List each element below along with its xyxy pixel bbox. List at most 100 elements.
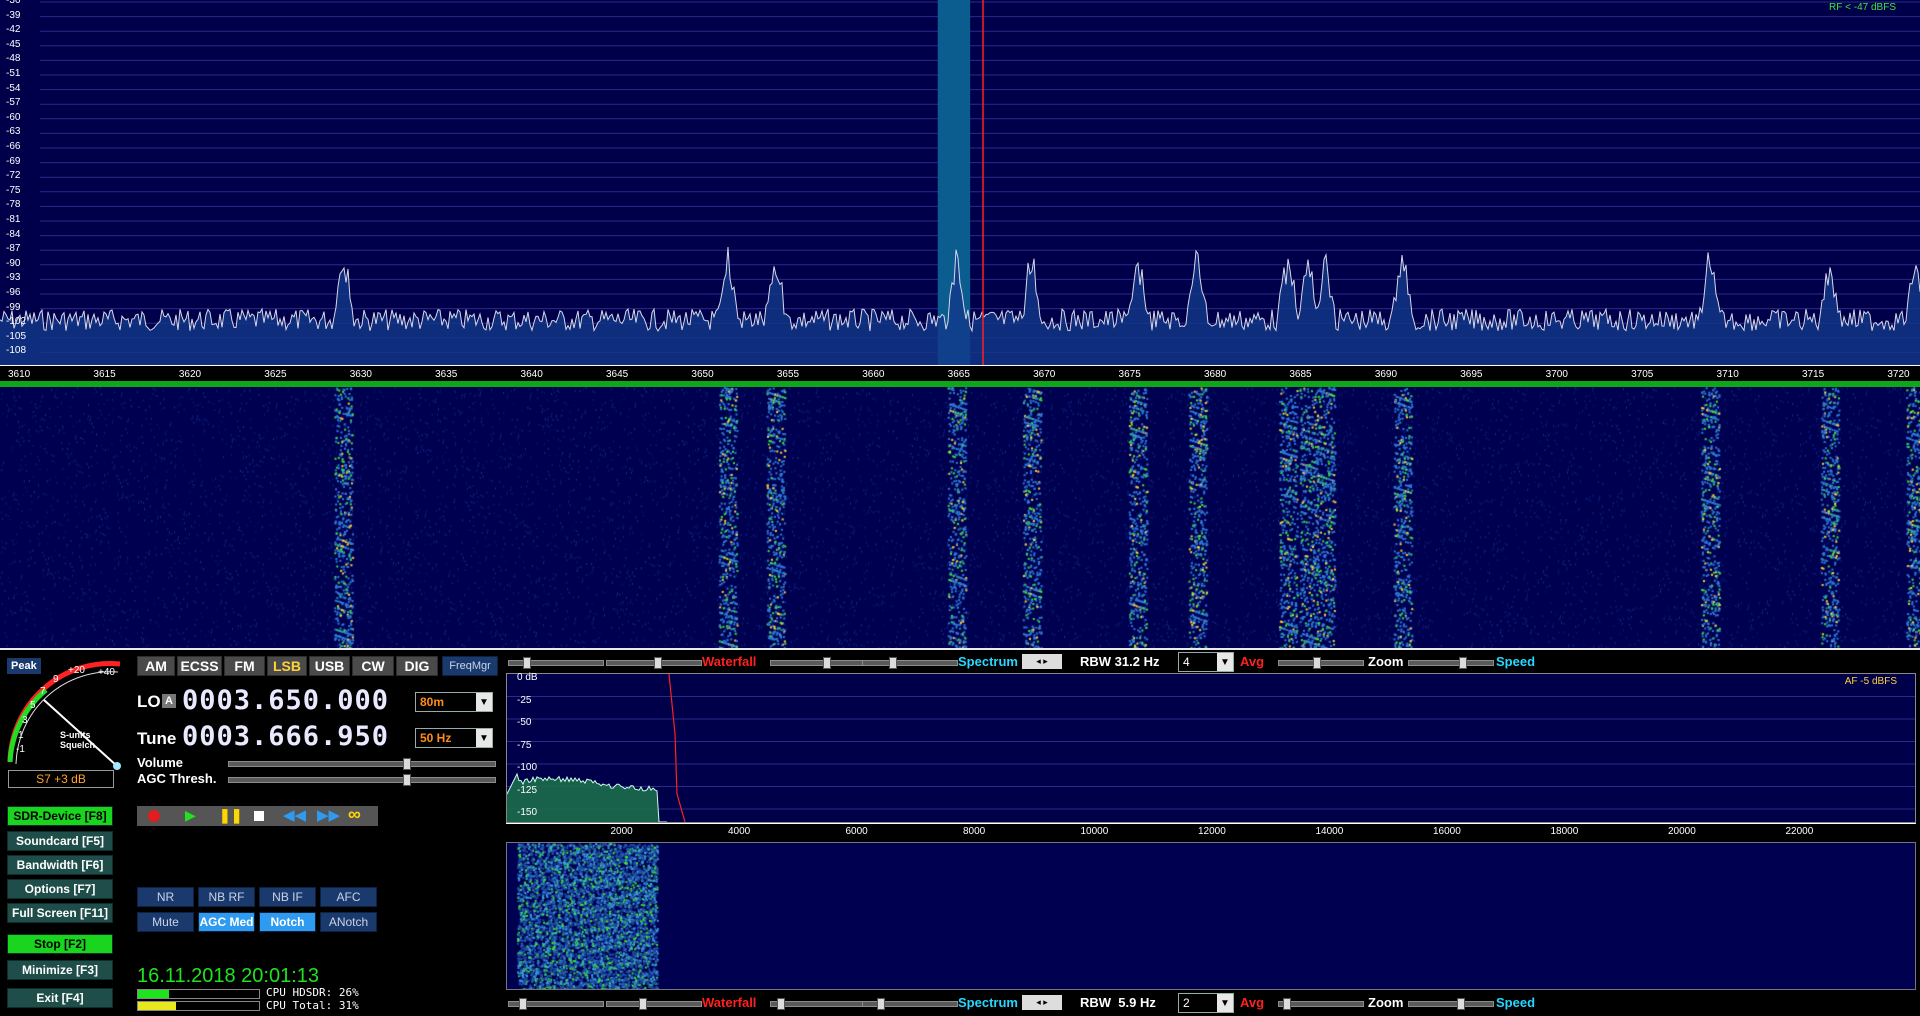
rf-spectrum-display[interactable]: -36 -39 -42 -45 -48 -51 -54 -57 -60 -63 -66 -69 -72 -… — [0, 0, 1920, 365]
rf-db-label: -57 — [6, 97, 21, 109]
dsp-button-nb-if[interactable]: NB IF — [259, 887, 316, 907]
tune-frequency[interactable]: 0003.666.950 — [182, 721, 389, 752]
speed-slider[interactable] — [1408, 657, 1494, 669]
af-frequency-tick: 2000 — [610, 826, 633, 837]
af-avg-select[interactable]: 2 ▼ — [1178, 993, 1234, 1013]
af-db-label: -125 — [517, 784, 538, 796]
af-frequency-axis[interactable]: 2000 4000 6000 8000 10000 12000 14000 16000 1800… — [506, 823, 1916, 843]
rf-waterfall[interactable] — [0, 387, 1920, 650]
waterfall-slider-1[interactable] — [508, 657, 604, 669]
mode-button-fm[interactable]: FM — [224, 656, 265, 676]
avg-select[interactable]: 4 ▼ — [1178, 652, 1234, 672]
slider-knob[interactable] — [823, 657, 831, 669]
s-scale-label: 9 — [53, 674, 59, 685]
cpu-hdsdr-bar — [137, 989, 260, 999]
fast-forward-icon[interactable]: ▶▶ — [317, 806, 340, 824]
af-spectrum-slider-1[interactable] — [770, 998, 866, 1010]
function-button[interactable]: Full Screen [F11] — [7, 903, 113, 923]
rf-frequency-tick: 3615 — [93, 369, 116, 380]
dsp-button-notch[interactable]: Notch — [259, 912, 316, 932]
loop-icon[interactable]: ∞ — [348, 804, 361, 825]
rf-db-label: -45 — [6, 38, 21, 50]
mode-button-ecss[interactable]: ECSS — [177, 656, 222, 676]
slider-knob[interactable] — [1283, 998, 1291, 1010]
af-frequency-tick: 8000 — [963, 826, 986, 837]
pause-icon[interactable]: ❚❚ — [219, 807, 242, 824]
slider-knob[interactable] — [519, 998, 527, 1010]
af-waterfall-slider-2[interactable] — [606, 998, 702, 1010]
agc-threshold-slider-knob[interactable] — [403, 774, 411, 786]
zoom-slider[interactable] — [1278, 657, 1364, 669]
lo-label: LO — [137, 692, 161, 711]
function-button[interactable]: Exit [F4] — [7, 988, 113, 1008]
play-icon[interactable]: ▶ — [185, 807, 196, 824]
waterfall-slider-2[interactable] — [606, 657, 702, 669]
band-select[interactable]: 80m ▼ — [415, 692, 493, 712]
spectrum-label: Spectrum — [958, 654, 1018, 669]
function-button[interactable]: Stop [F2] — [7, 934, 113, 954]
s-scale-label: +40 — [98, 667, 115, 678]
rf-db-label: -84 — [6, 228, 21, 240]
dsp-button-nr[interactable]: NR — [137, 887, 194, 907]
af-waterfall[interactable] — [506, 842, 1916, 990]
step-select[interactable]: 50 Hz ▼ — [415, 728, 493, 748]
function-button[interactable]: Bandwidth [F6] — [7, 855, 113, 875]
lo-lock-badge[interactable]: A — [162, 694, 176, 708]
volume-slider-knob[interactable] — [403, 758, 411, 770]
slider-knob[interactable] — [523, 657, 531, 669]
rf-db-label: -36 — [6, 0, 21, 6]
spectrum-slider-2[interactable] — [862, 657, 958, 669]
af-spectrum-slider-2[interactable] — [862, 998, 958, 1010]
peak-button[interactable]: Peak — [7, 658, 41, 674]
af-speed-slider[interactable] — [1408, 998, 1494, 1010]
cpu-total-label: CPU Total: 31% — [266, 999, 359, 1012]
record-icon[interactable] — [148, 810, 160, 822]
rf-db-label: -69 — [6, 155, 21, 167]
slider-knob[interactable] — [777, 998, 785, 1010]
rf-frequency-tick: 3670 — [1033, 369, 1056, 380]
slider-knob[interactable] — [877, 998, 885, 1010]
af-frequency-tick: 20000 — [1668, 826, 1696, 837]
mode-button-usb[interactable]: USB — [309, 656, 350, 676]
rf-db-label: -93 — [6, 272, 21, 284]
function-button[interactable]: Minimize [F3] — [7, 960, 113, 980]
function-button[interactable]: Options [F7] — [7, 879, 113, 899]
dsp-button-afc[interactable]: AFC — [320, 887, 377, 907]
speed-label: Speed — [1496, 654, 1536, 669]
rf-frequency-tick: 3705 — [1631, 369, 1654, 380]
lo-frequency[interactable]: 0003.650.000 — [182, 685, 389, 716]
slider-knob[interactable] — [654, 657, 662, 669]
rewind-icon[interactable]: ◀◀ — [283, 806, 306, 824]
s-scale-label: 1 — [18, 730, 24, 741]
slider-knob[interactable] — [1457, 998, 1465, 1010]
dsp-button-agc-med[interactable]: AGC Med — [198, 912, 255, 932]
dsp-button-mute[interactable]: Mute — [137, 912, 194, 932]
af-rbw-spinner[interactable]: ◂ ▸ — [1022, 995, 1062, 1010]
mode-button-am[interactable]: AM — [137, 656, 175, 676]
slider-knob[interactable] — [889, 657, 897, 669]
volume-slider[interactable] — [228, 758, 496, 770]
chevron-down-icon: ▼ — [476, 729, 492, 747]
mode-button-cw[interactable]: CW — [352, 656, 394, 676]
spectrum-slider-1[interactable] — [770, 657, 866, 669]
agc-threshold-slider[interactable] — [228, 774, 496, 786]
function-button[interactable]: Soundcard [F5] — [7, 831, 113, 851]
af-waterfall-slider-1[interactable] — [508, 998, 604, 1010]
dsp-button-anotch[interactable]: ANotch — [320, 912, 377, 932]
af-spectrum-label: Spectrum — [958, 995, 1018, 1010]
slider-knob[interactable] — [1313, 657, 1321, 669]
rf-db-label: -96 — [6, 287, 21, 298]
slider-knob[interactable] — [1459, 657, 1467, 669]
mode-button-lsb[interactable]: LSB — [267, 656, 307, 676]
af-spectrum-display[interactable]: 0 dB -25 -50 -75 -100 -125 -150 AF -5 dBFS — [506, 672, 1916, 823]
slider-knob[interactable] — [639, 998, 647, 1010]
stop-icon[interactable] — [254, 811, 264, 821]
function-button[interactable]: SDR-Device [F8] — [7, 806, 113, 826]
dsp-button-nb-rf[interactable]: NB RF — [198, 887, 255, 907]
rf-frequency-tick: 3660 — [862, 369, 885, 380]
af-zoom-slider[interactable] — [1278, 998, 1364, 1010]
rbw-spinner[interactable]: ◂ ▸ — [1022, 654, 1062, 669]
mode-button-dig[interactable]: DIG — [396, 656, 438, 676]
freqmgr-button[interactable]: FreqMgr — [442, 656, 498, 676]
rf-level-label: RF < -47 dBFS — [1829, 2, 1896, 13]
